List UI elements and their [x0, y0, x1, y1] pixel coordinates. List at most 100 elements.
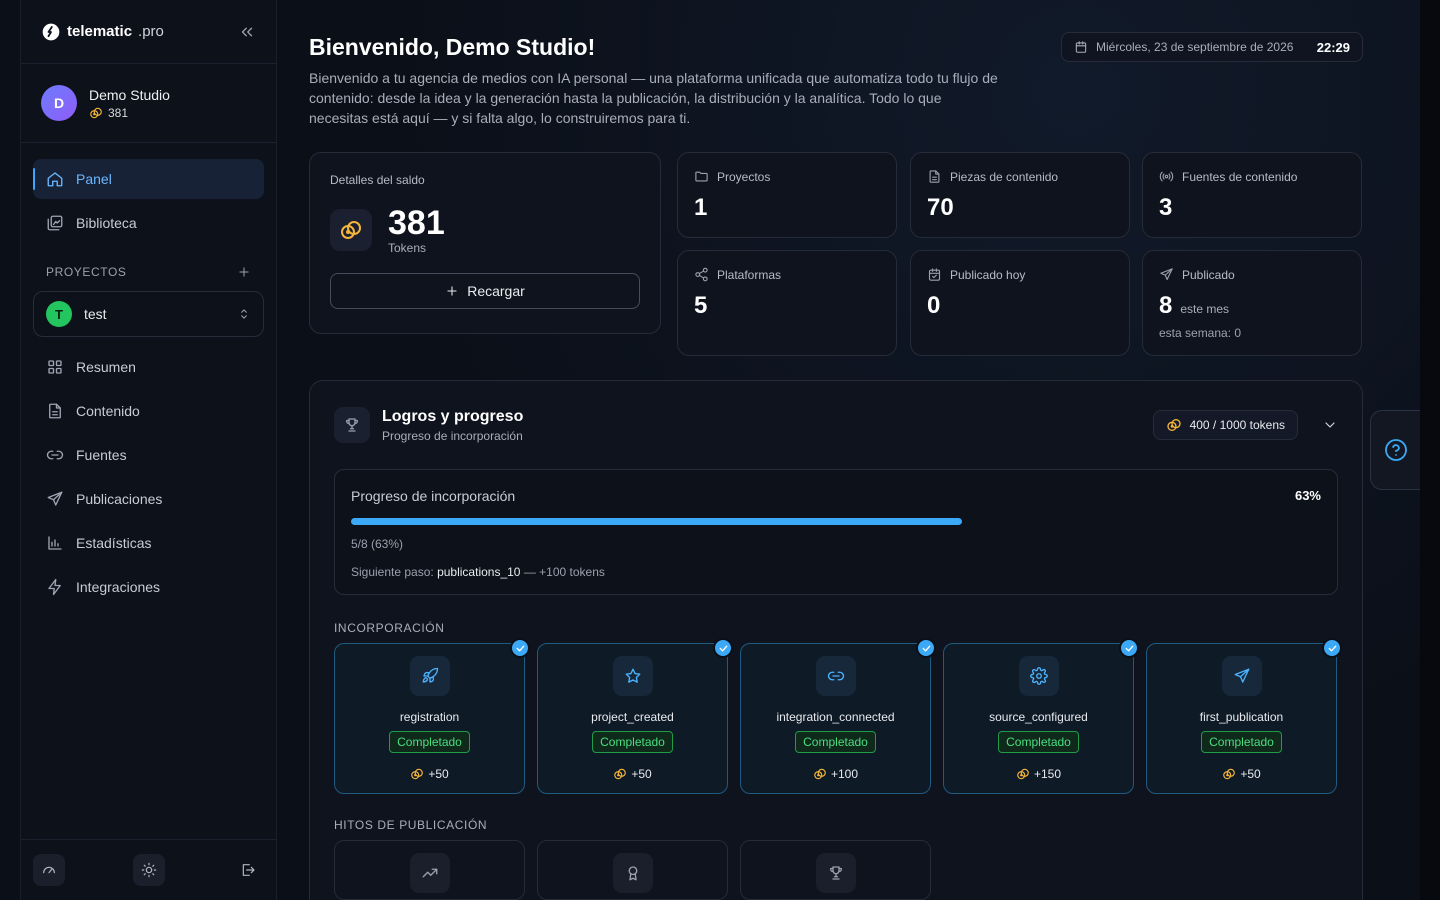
recharge-button[interactable]: Recargar: [330, 273, 640, 309]
balance-card: Detalles del saldo 381 Tokens Recargar: [309, 152, 661, 334]
projects-label: PROYECTOS: [46, 265, 127, 279]
achievement-tile[interactable]: source_configured Completado +150: [943, 638, 1139, 794]
trending-up-icon: [409, 853, 450, 893]
grid-icon: [48, 360, 62, 374]
page-title: Bienvenido, Demo Studio!: [309, 34, 596, 60]
achievement-tile[interactable]: project_created Completado +50: [537, 638, 733, 794]
coin-icon: [410, 767, 424, 781]
nav-label: Resumen: [76, 359, 136, 375]
date-time-box: Miércoles, 23 de septiembre de 2026 22:2…: [1061, 32, 1363, 62]
milestones-section-label: HITOS DE PUBLICACIÓN: [334, 818, 488, 832]
achievement-name: first_publication: [1199, 710, 1284, 724]
progress-percent: 63%: [1294, 488, 1321, 503]
next-step-reward: — +100 tokens: [523, 565, 605, 579]
stat-value: 8: [1159, 292, 1173, 319]
stat-unit: este mes: [1180, 302, 1230, 316]
next-step: Siguiente paso: publications_10 — +100 t…: [351, 565, 1321, 579]
reward-value: +100: [830, 767, 859, 781]
nav-item-publications[interactable]: Publicaciones: [33, 479, 264, 519]
stat-card-platforms[interactable]: Plataformas 5: [677, 250, 897, 356]
chevron-up-down-icon: [241, 309, 247, 319]
current-date: Miércoles, 23 de septiembre de 2026: [1096, 40, 1294, 54]
trophy-icon: [815, 853, 856, 893]
status-badge: Completado: [1201, 731, 1282, 753]
achievement-tile[interactable]: registration Completado +50: [334, 638, 530, 794]
logout-icon[interactable]: [232, 854, 264, 886]
milestone-tile[interactable]: [334, 840, 525, 900]
calendar-check-icon: [928, 268, 941, 281]
add-project-icon[interactable]: [237, 265, 251, 279]
nav-item-summary[interactable]: Resumen: [33, 347, 264, 387]
onboarding-grid: registration Completado +50 project_crea…: [334, 638, 1342, 794]
achievement-reward: +150: [1016, 767, 1061, 781]
stat-card-sources[interactable]: Fuentes de contenido 3: [1142, 152, 1362, 238]
reward-value: +50: [428, 767, 449, 781]
nav-item-statistics[interactable]: Estadísticas: [33, 523, 264, 563]
nav-item-sources[interactable]: Fuentes: [33, 435, 264, 475]
trophy-icon: [334, 407, 370, 443]
nav-item-library[interactable]: Biblioteca: [33, 203, 264, 243]
document-icon: [49, 403, 61, 419]
achievement-tile[interactable]: integration_connected Completado +100: [740, 638, 936, 794]
send-icon: [1160, 268, 1173, 281]
check-icon: [510, 638, 530, 658]
link-icon: [46, 450, 64, 460]
project-selector[interactable]: T test: [33, 291, 264, 337]
sidebar-header: telematic .pro: [21, 0, 276, 64]
stat-card-projects[interactable]: Proyectos 1: [677, 152, 897, 238]
achievement-reward: +50: [1222, 767, 1261, 781]
stat-card-content[interactable]: Piezas de contenido 70: [910, 152, 1130, 238]
reward-value: +50: [1240, 767, 1261, 781]
achievement-name: project_created: [591, 710, 674, 724]
send-icon: [1221, 656, 1262, 696]
collapse-sidebar-icon[interactable]: [238, 23, 256, 41]
current-time: 22:29: [1316, 39, 1350, 55]
check-icon: [1119, 638, 1139, 658]
nav-item-content[interactable]: Contenido: [33, 391, 264, 431]
theme-toggle-sun-icon[interactable]: [132, 854, 165, 886]
star-icon: [612, 656, 653, 696]
onboarding-progress: Progreso de incorporación 63% 5/8 (63%) …: [334, 469, 1338, 595]
user-card[interactable]: D Demo Studio 381: [21, 64, 276, 143]
milestones-grid: [334, 840, 1338, 900]
stat-card-published-today[interactable]: Publicado hoy 0: [910, 250, 1130, 356]
logo[interactable]: telematic .pro: [41, 22, 164, 42]
status-badge: Completado: [592, 731, 673, 753]
achievements-panel: Logros y progreso Progreso de incorporac…: [309, 380, 1363, 900]
achievements-title: Logros y progreso: [382, 407, 524, 425]
achievements-header[interactable]: Logros y progreso Progreso de incorporac…: [334, 381, 1338, 469]
home-icon: [47, 172, 63, 187]
bar-chart-icon: [48, 536, 62, 550]
coin-icon: [1222, 767, 1236, 781]
bolt-icon: [48, 578, 61, 596]
stat-week: esta semana: 0: [1159, 326, 1242, 340]
achievement-tile[interactable]: first_publication Completado +50: [1146, 638, 1342, 794]
stat-card-published[interactable]: Publicado 8 este mes esta semana: 0: [1142, 250, 1362, 356]
stat-label: Proyectos: [717, 169, 771, 184]
nav-label: Publicaciones: [76, 491, 163, 507]
nav-item-integrations[interactable]: Integraciones: [33, 567, 264, 607]
tokens-progress-pill: 400 / 1000 tokens: [1152, 410, 1298, 440]
avatar: D: [41, 85, 77, 121]
check-icon: [713, 638, 733, 658]
nav-label: Contenido: [76, 403, 140, 419]
chevron-down-icon[interactable]: [1322, 417, 1338, 433]
nav-label: Estadísticas: [76, 535, 152, 551]
project-avatar: T: [46, 301, 72, 327]
sidebar: telematic .pro D Demo Studio 381 Panel Bi…: [20, 0, 277, 900]
project-nav: Resumen Contenido Fuentes Publicaciones …: [21, 337, 276, 607]
window-edge: [1420, 0, 1440, 900]
rocket-icon: [409, 656, 450, 696]
nav-item-panel[interactable]: Panel: [33, 159, 264, 199]
onboarding-section-label: INCORPORACIÓN: [334, 621, 445, 635]
milestone-tile[interactable]: [537, 840, 728, 900]
achievement-name: integration_connected: [776, 710, 895, 724]
progress-label: Progreso de incorporación: [351, 488, 516, 504]
reward-value: +150: [1033, 767, 1062, 781]
coin-icon: [1016, 767, 1030, 781]
speedometer-icon[interactable]: [33, 854, 65, 886]
logo-icon: [42, 23, 60, 40]
check-icon: [916, 638, 936, 658]
help-button[interactable]: [1370, 410, 1420, 490]
milestone-tile[interactable]: [740, 840, 931, 900]
